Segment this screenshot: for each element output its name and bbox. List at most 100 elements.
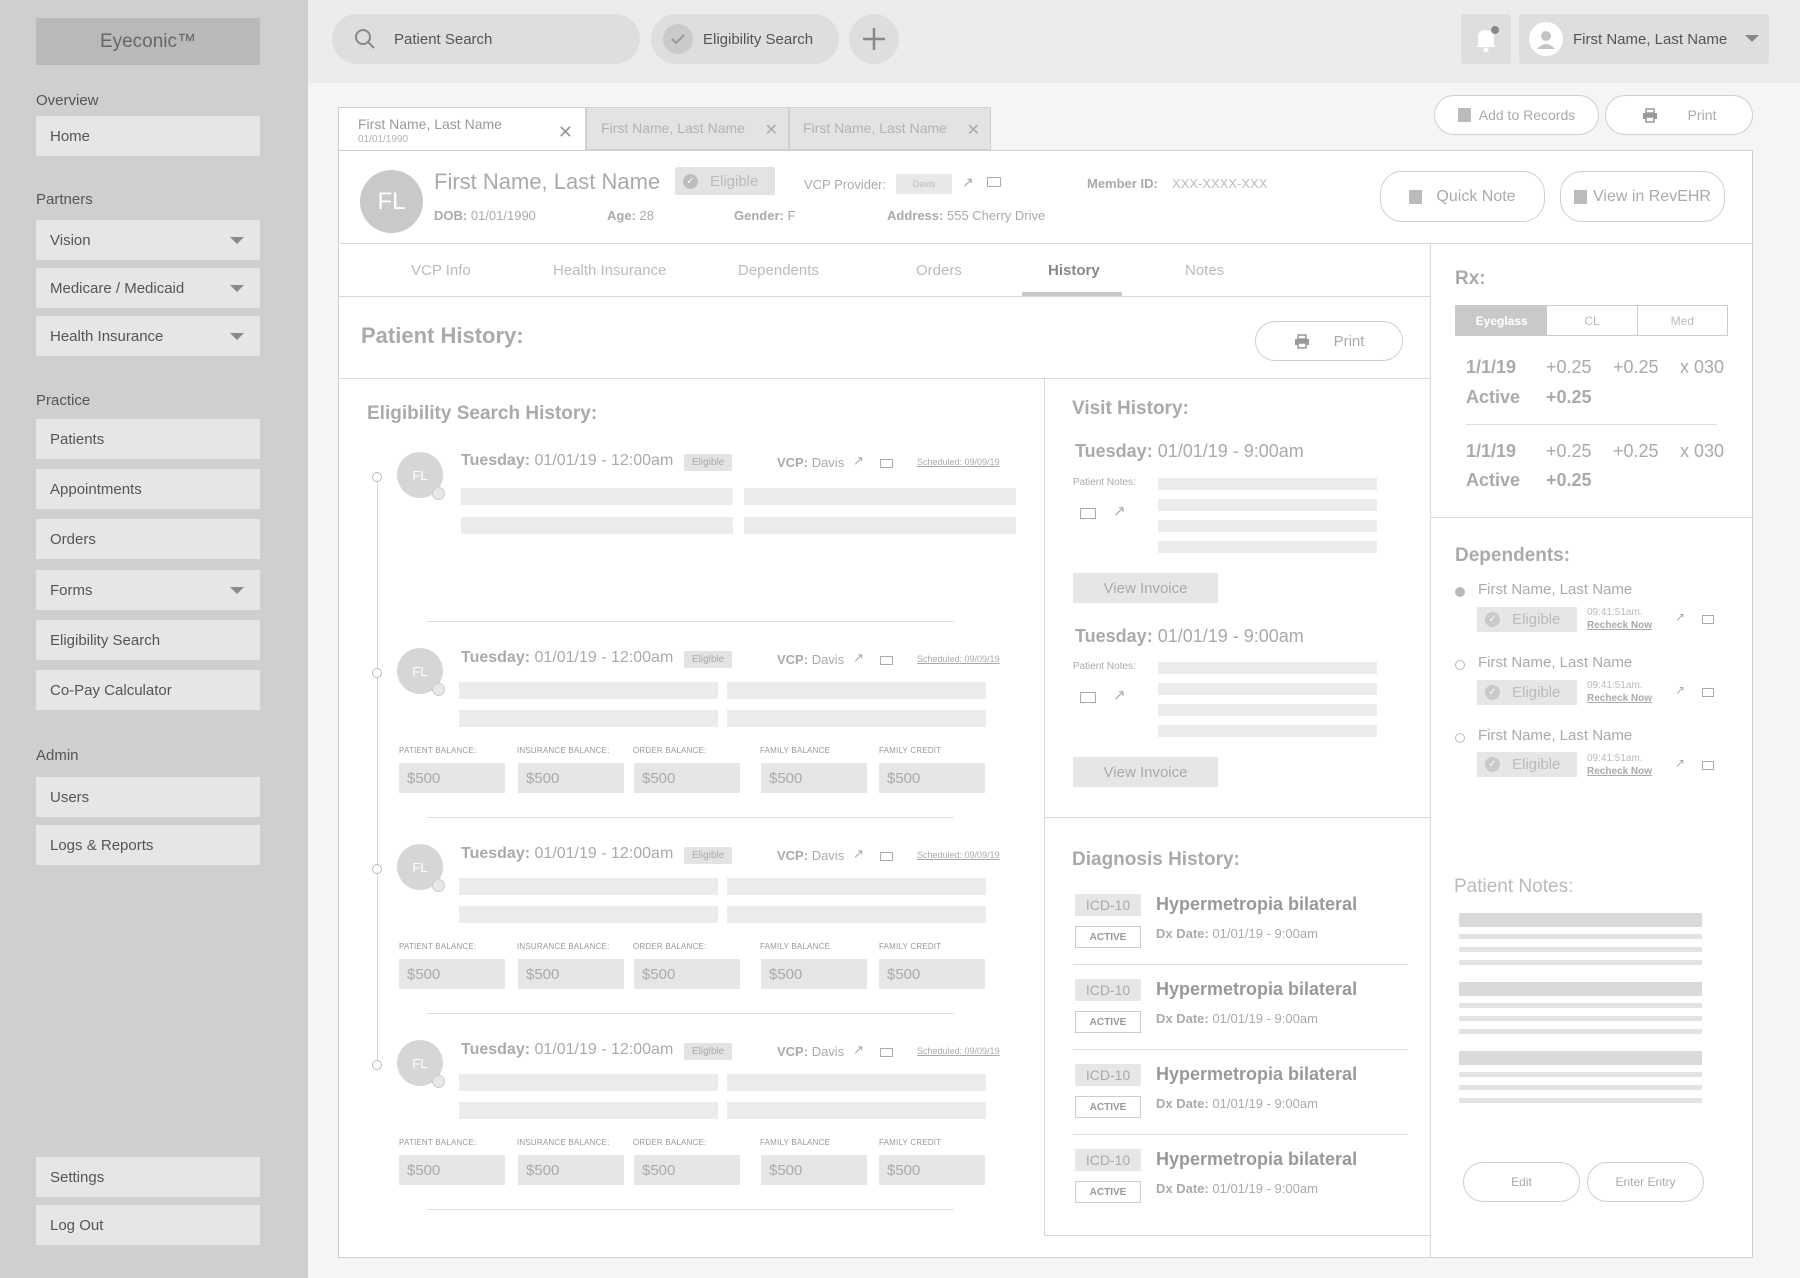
entry-scheduled[interactable]: Scheduled: 09/09/19 — [917, 654, 1000, 664]
id-card-icon[interactable] — [880, 852, 893, 861]
diagnosis-status: ACTIVE — [1075, 926, 1141, 948]
divider — [427, 1013, 954, 1014]
add-tab-button[interactable] — [849, 14, 899, 64]
add-to-records-button[interactable]: Add to Records — [1434, 95, 1599, 135]
divider — [1044, 817, 1430, 818]
view-invoice-button[interactable]: View Invoice — [1073, 573, 1218, 603]
notifications-button[interactable] — [1461, 14, 1511, 64]
external-link-icon[interactable]: ↗ — [853, 846, 864, 862]
entry-status-badge: Eligible — [684, 452, 733, 471]
recheck-now-link[interactable]: Recheck Now — [1587, 766, 1652, 777]
placeholder-bar — [727, 1074, 986, 1091]
user-menu[interactable]: First Name, Last Name — [1519, 14, 1769, 64]
tab-dependents[interactable]: Dependents — [738, 262, 819, 279]
image-icon[interactable] — [1080, 692, 1096, 703]
dx-date-label: Dx Date: — [1156, 1096, 1209, 1111]
visit-date: 01/01/19 - 9:00am — [1157, 626, 1304, 646]
address-label: Address: — [887, 208, 944, 223]
id-card-icon[interactable] — [1702, 761, 1714, 770]
radio-unselected[interactable] — [1455, 733, 1465, 743]
history-print-button[interactable]: Print — [1255, 321, 1403, 361]
external-link-icon[interactable]: ↗ — [853, 650, 864, 666]
view-invoice-button[interactable]: View Invoice — [1073, 757, 1218, 787]
dx-date-value: 01/01/19 - 9:00am — [1212, 1181, 1318, 1196]
radio-unselected[interactable] — [1455, 660, 1465, 670]
id-card-icon[interactable] — [987, 177, 1001, 187]
id-card-icon[interactable] — [1702, 688, 1714, 697]
insurance-balance-value: $500 — [518, 959, 624, 989]
insurance-balance-label: INSURANCE BALANCE: — [517, 746, 610, 755]
sidebar-item-health-insurance[interactable]: Health Insurance — [36, 316, 260, 356]
patient-tab[interactable]: First Name, Last Name ✕ — [789, 107, 991, 150]
quick-note-button[interactable]: Quick Note — [1380, 171, 1545, 222]
tab-history[interactable]: History — [1048, 262, 1100, 279]
family-balance-value: $500 — [761, 1155, 867, 1185]
external-link-icon[interactable]: ↗ — [962, 174, 974, 191]
patient-tab-active[interactable]: First Name, Last Name 01/01/1990 ✕ — [338, 107, 586, 150]
external-link-icon[interactable]: ↗ — [1113, 502, 1126, 520]
patient-tab[interactable]: First Name, Last Name ✕ — [586, 107, 789, 150]
patient-notes-title: Patient Notes: — [1454, 876, 1574, 897]
check-icon — [432, 879, 445, 892]
sidebar-item-patients[interactable]: Patients — [36, 419, 260, 459]
tab-health-insurance[interactable]: Health Insurance — [553, 262, 666, 279]
avatar-initials: FL — [412, 467, 428, 483]
sidebar-item-users[interactable]: Users — [36, 777, 260, 817]
id-card-icon[interactable] — [880, 459, 893, 468]
section-admin-label: Admin — [36, 747, 79, 764]
enter-entry-button[interactable]: Enter Entry — [1587, 1162, 1704, 1202]
sidebar-item-logout[interactable]: Log Out — [36, 1205, 260, 1245]
tab-orders[interactable]: Orders — [916, 262, 962, 279]
print-button[interactable]: Print — [1605, 95, 1753, 135]
tab-notes[interactable]: Notes — [1185, 262, 1224, 279]
patient-history-title: Patient History: — [361, 323, 524, 348]
order-balance-label: ORDER BALANCE: — [633, 746, 707, 755]
close-icon[interactable]: ✕ — [765, 120, 778, 140]
id-card-icon[interactable] — [880, 1048, 893, 1057]
recheck-now-link[interactable]: Recheck Now — [1587, 620, 1652, 631]
entry-scheduled[interactable]: Scheduled: 09/09/19 — [917, 850, 1000, 860]
external-link-icon[interactable]: ↗ — [1675, 610, 1685, 624]
tab-vcp-info[interactable]: VCP Info — [411, 262, 471, 279]
radio-selected[interactable] — [1455, 587, 1465, 597]
close-icon[interactable]: ✕ — [558, 122, 573, 143]
dx-date-value: 01/01/19 - 9:00am — [1212, 926, 1318, 941]
external-link-icon[interactable]: ↗ — [1675, 683, 1685, 697]
rx-tab-eyeglass[interactable]: Eyeglass — [1456, 306, 1548, 335]
recheck-now-link[interactable]: Recheck Now — [1587, 693, 1652, 704]
sidebar-item-orders[interactable]: Orders — [36, 519, 260, 559]
eligibility-search-button[interactable]: Eligibility Search — [651, 14, 839, 64]
sidebar-item-label: Health Insurance — [50, 327, 164, 345]
rx-tab-med[interactable]: Med — [1638, 306, 1727, 335]
entry-day: Tuesday: — [461, 452, 531, 469]
search-icon — [355, 29, 375, 49]
sidebar-item-eligibility-search[interactable]: Eligibility Search — [36, 620, 260, 660]
entry-scheduled[interactable]: Scheduled: 09/09/19 — [917, 1046, 1000, 1056]
id-card-icon[interactable] — [1702, 615, 1714, 624]
external-link-icon[interactable]: ↗ — [853, 1042, 864, 1058]
sidebar-item-home[interactable]: Home — [36, 116, 260, 156]
view-in-revehr-button[interactable]: View in RevEHR — [1560, 171, 1725, 222]
sidebar-item-appointments[interactable]: Appointments — [36, 469, 260, 509]
sidebar-item-copay-calculator[interactable]: Co-Pay Calculator — [36, 670, 260, 710]
sidebar-item-vision[interactable]: Vision — [36, 220, 260, 260]
external-link-icon[interactable]: ↗ — [1675, 756, 1685, 770]
close-icon[interactable]: ✕ — [967, 120, 980, 140]
sidebar-item-forms[interactable]: Forms — [36, 570, 260, 610]
sidebar-item-settings[interactable]: Settings — [36, 1157, 260, 1197]
edit-notes-button[interactable]: Edit — [1463, 1162, 1580, 1202]
entry-avatar: FL — [397, 1040, 445, 1088]
sidebar-item-medicare[interactable]: Medicare / Medicaid — [36, 268, 260, 308]
user-name: First Name, Last Name — [1573, 30, 1728, 48]
sidebar-item-logs-reports[interactable]: Logs & Reports — [36, 825, 260, 865]
rx-date: 1/1/19 — [1466, 357, 1517, 377]
external-link-icon[interactable]: ↗ — [1113, 686, 1126, 704]
sidebar: Eyeconic™ Overview Home Partners Vision … — [0, 0, 308, 1278]
entry-scheduled[interactable]: Scheduled: 09/09/19 — [917, 457, 1000, 467]
external-link-icon[interactable]: ↗ — [853, 453, 864, 469]
image-icon[interactable] — [1080, 508, 1096, 519]
order-balance-value: $500 — [634, 1155, 740, 1185]
id-card-icon[interactable] — [880, 656, 893, 665]
rx-tab-cl[interactable]: CL — [1547, 306, 1638, 335]
patient-search-input[interactable]: Patient Search — [332, 14, 640, 64]
